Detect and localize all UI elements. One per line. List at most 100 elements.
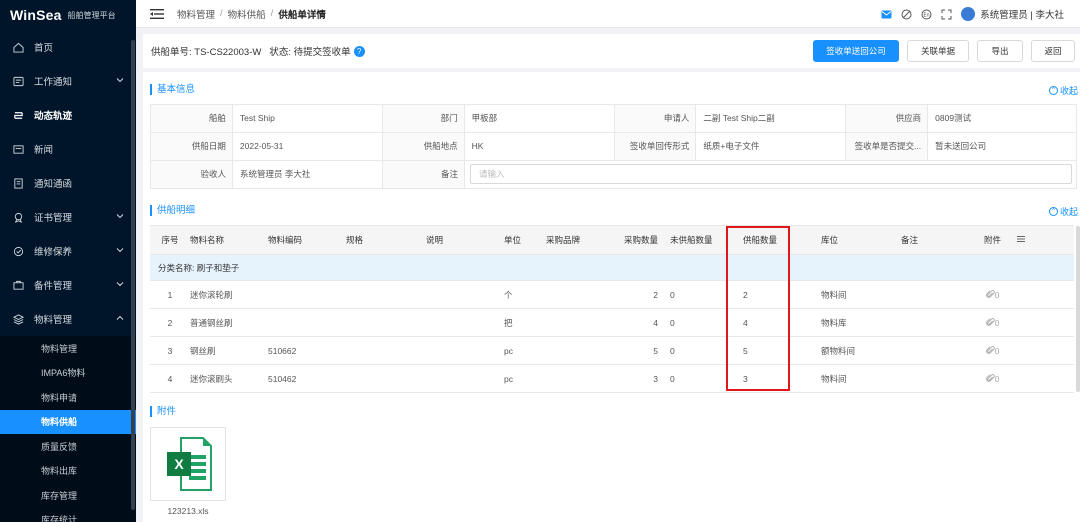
cell-attachment[interactable]: 0 <box>974 346 1011 356</box>
attachment-file-name[interactable]: 123213.xls <box>150 506 226 516</box>
paperclip-icon <box>985 345 995 354</box>
sidebar-subitem[interactable]: 质量反馈 <box>0 434 136 459</box>
info-row: 供船日期 2022-05-31 供船地点 HK 签收单回传形式 纸质+电子文件 签收单是否提… <box>151 133 1077 161</box>
info-label: 部门 <box>382 105 465 133</box>
user-name[interactable]: 系统管理员 | 李大社 <box>980 7 1064 21</box>
collapse-icon: ^ <box>1048 86 1058 95</box>
receiver-value: 系统管理员 李大社 <box>233 161 383 189</box>
cell-attachment[interactable]: 0 <box>974 374 1011 384</box>
brand: WinSea 船舶管理平台 <box>0 0 136 30</box>
sidebar-item-label: 通知通函 <box>34 179 73 190</box>
sidebar-item[interactable]: 工作通知 <box>0 64 136 98</box>
paperclip-icon <box>985 373 995 382</box>
col-qty: 采购数量 <box>623 235 658 245</box>
remark-input[interactable]: 请输入 <box>470 164 1072 184</box>
breadcrumb-separator: / <box>220 8 223 19</box>
cell-qty: 3 <box>653 373 658 384</box>
sidebar-item[interactable]: 备件管理 <box>0 268 136 302</box>
svg-text:En: En <box>924 12 930 18</box>
header-tools: En 系统管理员 | 李大社 <box>881 0 1064 28</box>
cell-location: 物料间 <box>821 373 847 384</box>
column-settings-icon[interactable] <box>1011 235 1031 245</box>
detail-title: 供船明细 <box>150 205 195 216</box>
back-button[interactable]: 返回 <box>1031 40 1075 62</box>
doc-actions: 签收单送回公司 关联单据 导出 返回 <box>813 40 1075 62</box>
breadcrumb: 物料管理 / 物料供船 / 供船单详情 <box>177 7 326 21</box>
doc-header: 供船单号: TS-CS22003-W 状态: 待提交签收单 ? 签收单送回公司 … <box>143 34 1080 68</box>
info-row: 验收人 系统管理员 李大社 备注 请输入 <box>151 161 1077 189</box>
language-icon[interactable]: En <box>921 9 932 20</box>
cell-seq: 4 <box>167 373 173 384</box>
collapse-label: 收起 <box>1059 86 1078 96</box>
remark-cell: 请输入 <box>465 161 1077 189</box>
basic-info-collapse[interactable]: ^ 收起 <box>1048 84 1078 97</box>
mail-icon[interactable] <box>881 9 892 20</box>
sidebar-item[interactable]: 证书管理 <box>0 200 136 234</box>
cell-attachment[interactable]: 0 <box>974 290 1011 300</box>
chevron-down-icon <box>116 248 124 253</box>
info-label: 验收人 <box>151 161 233 189</box>
breadcrumb-item[interactable]: 物料管理 <box>177 7 215 21</box>
cell-unit: pc <box>504 345 513 356</box>
detail-collapse[interactable]: ^ 收起 <box>1048 205 1078 218</box>
chevron-down-icon <box>116 78 124 83</box>
info-value: HK <box>464 133 615 161</box>
sidebar-item-label: 维修保养 <box>34 247 73 258</box>
info-value: 0809测试 <box>928 105 1077 133</box>
cell-name: 迷你滚刷头 <box>190 373 233 384</box>
theme-icon[interactable] <box>901 9 912 20</box>
breadcrumb-current: 供船单详情 <box>278 9 326 21</box>
sidebar-item-label: 证书管理 <box>34 213 73 224</box>
sidebar-item[interactable]: 首页 <box>0 30 136 64</box>
sidebar-item-label: 新闻 <box>34 145 54 156</box>
cell-unsupplied: 0 <box>670 317 675 328</box>
table-scrollbar[interactable] <box>1076 226 1080 392</box>
export-button[interactable]: 导出 <box>977 40 1023 62</box>
avatar[interactable] <box>961 7 976 21</box>
info-label: 签收单回传形式 <box>614 133 697 161</box>
col-remark: 备注 <box>901 235 919 245</box>
brand-logo: WinSea <box>10 7 62 23</box>
sidebar-subitem[interactable]: 库存管理 <box>0 483 136 508</box>
breadcrumb-item[interactable]: 物料供船 <box>228 7 266 21</box>
sidebar-item[interactable]: 维修保养 <box>0 234 136 268</box>
sidebar-item-label: 物料管理 <box>34 315 73 326</box>
link-doc-button[interactable]: 关联单据 <box>907 40 969 62</box>
sidebar-subitem[interactable]: IMPA6物料 <box>0 361 136 386</box>
sidebar-subitem[interactable]: 库存统计 <box>0 508 136 522</box>
sidebar: WinSea 船舶管理平台 首页 工作通知 动态轨迹新闻通知通函证书管理维修保养备件… <box>0 0 136 522</box>
status-info-icon[interactable]: ? <box>353 45 365 57</box>
sidebar-item[interactable]: 物料管理 <box>0 302 136 336</box>
cell-code: 510462 <box>268 373 297 384</box>
cell-seq: 1 <box>167 289 173 300</box>
table-body: 1 迷你滚轮刷个 2 0 2 物料间 0 2 普通钢丝刷把 4 0 4 物料库 0 3 钢丝刷 510662 pc… <box>150 281 1074 393</box>
cell-seq: 3 <box>167 345 173 356</box>
materials-icon <box>12 313 24 325</box>
col-location: 库位 <box>821 235 839 245</box>
sidebar-subitem[interactable]: 物料申请 <box>0 385 136 410</box>
info-value: 暂未送回公司 <box>928 133 1077 161</box>
sidebar-subitem[interactable]: 物料供船 <box>0 409 136 434</box>
cell-unsupplied: 0 <box>670 373 675 384</box>
sidebar-item[interactable]: 通知通函 <box>0 166 136 200</box>
sidebar-subitem[interactable]: 物料管理 <box>0 336 136 361</box>
col-name: 物料名称 <box>190 235 225 245</box>
fullscreen-icon[interactable] <box>941 9 952 20</box>
sidebar-subitem[interactable]: 物料出库 <box>0 459 136 484</box>
main-content: 基本信息 ^ 收起 船舶 Test Ship 部门 甲板部 申请人 二副 Test Shi… <box>143 72 1080 522</box>
menu-fold-icon[interactable] <box>150 8 164 20</box>
track-icon <box>12 109 24 121</box>
home-icon <box>12 41 24 53</box>
group-row: 分类名称: 刷子和垫子 <box>150 255 1074 281</box>
attachment-file[interactable]: X <box>150 427 226 501</box>
sign-return-button[interactable]: 签收单送回公司 <box>813 40 899 62</box>
sidebar-scrollbar[interactable] <box>131 40 135 510</box>
sidebar-item[interactable]: 动态轨迹 <box>0 98 136 132</box>
chevron-up-icon <box>116 315 124 320</box>
attachment-count: 0 <box>994 373 1000 384</box>
basic-info-grid: 船舶 Test Ship 部门 甲板部 申请人 二副 Test Ship二副 供应商 0809… <box>150 104 1077 189</box>
info-value: 二副 Test Ship二副 <box>696 105 847 133</box>
cell-unsupplied: 0 <box>670 289 675 300</box>
cell-attachment[interactable]: 0 <box>974 318 1011 328</box>
sidebar-item[interactable]: 新闻 <box>0 132 136 166</box>
